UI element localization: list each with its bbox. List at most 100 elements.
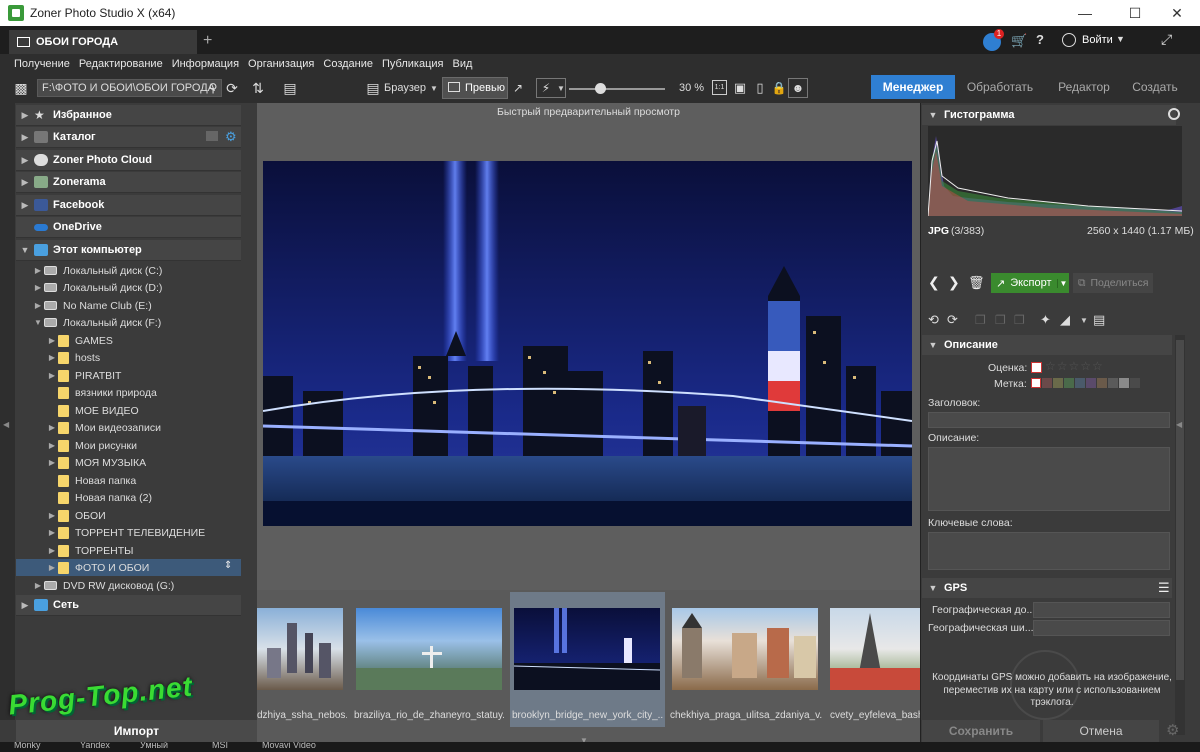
latitude-input[interactable] [1033, 602, 1170, 618]
tag-green-chip[interactable] [1064, 378, 1074, 388]
tree-item-network[interactable]: ▶ Сеть [16, 595, 241, 616]
tree-item-onedrive[interactable]: OneDrive [16, 217, 241, 238]
menu-item-redaktirovanie[interactable]: Редактирование [79, 58, 163, 70]
tag-purple-chip[interactable] [1086, 378, 1096, 388]
left-collapse-strip[interactable] [0, 103, 15, 720]
zoom-slider-handle[interactable] [594, 83, 606, 94]
settings-circle-icon[interactable] [1168, 108, 1180, 120]
login-button[interactable]: Войти [1082, 34, 1113, 46]
tree-folder-moe-video[interactable]: МОЕ ВИДЕО [16, 402, 241, 419]
tag-dark-chip[interactable] [1130, 378, 1140, 388]
tag-red-chip[interactable] [1042, 378, 1052, 388]
minimize-button[interactable]: — [1062, 0, 1108, 26]
chevron-down-icon[interactable]: ▼ [430, 84, 438, 93]
tree-folder-vyazniki[interactable]: вязники природа [16, 384, 241, 401]
chevron-left-icon[interactable]: ◀ [1176, 420, 1182, 429]
tree-item-favorites[interactable]: ▶ ★ Избранное [16, 105, 241, 126]
chevron-down-icon[interactable]: ▼ [1057, 278, 1069, 288]
tree-folder-novaya-papka-2[interactable]: Новая папка (2) [16, 489, 241, 506]
fit-height-icon[interactable]: ▯ [752, 80, 768, 96]
tab-oboi-goroda[interactable]: ОБОИ ГОРОДА [9, 30, 197, 54]
gear-icon[interactable]: ⚙ [1166, 721, 1179, 739]
rating-reset-icon[interactable] [1031, 362, 1042, 373]
tag-blue-chip[interactable] [1075, 378, 1085, 388]
gps-header[interactable]: ▼ GPS ☰ [922, 578, 1172, 598]
share-button[interactable]: ⧉ Поделиться [1073, 273, 1153, 293]
filmstrip-thumb[interactable] [672, 608, 818, 690]
color-tag-picker[interactable] [1031, 378, 1149, 390]
eraser-icon[interactable]: ◢ [1060, 312, 1070, 328]
tree-item-drive-d[interactable]: ▶ Локальный диск (D:) [16, 279, 241, 296]
previous-icon[interactable]: ❮ [928, 274, 940, 291]
taskbar-item[interactable]: Monky [14, 742, 41, 750]
tree-folder-hosts[interactable]: ▶ hosts [16, 349, 241, 366]
filmstrip-thumb[interactable] [514, 608, 660, 690]
lock-icon[interactable]: 🔒 [771, 80, 787, 96]
rating-stars[interactable]: ☆☆☆☆☆ [1045, 359, 1104, 373]
tree-folder-foto-i-oboi[interactable]: ▶ ФОТО И ОБОИ ⇕ [16, 559, 241, 576]
tag-orange-chip[interactable] [1097, 378, 1107, 388]
export-button[interactable]: ↗ Экспорт ▼ [991, 273, 1069, 293]
tag-light-chip[interactable] [1119, 378, 1129, 388]
tree-folder-oboi[interactable]: ▶ ОБОИ [16, 507, 241, 524]
tab-editor[interactable]: Редактор [1048, 75, 1120, 99]
gear-icon[interactable]: ⚙ [225, 129, 237, 145]
delete-icon[interactable]: 🗑 [968, 275, 985, 291]
menu-item-sozdanie[interactable]: Создание [323, 58, 373, 70]
taskbar-item[interactable]: Умный [140, 742, 168, 750]
longitude-input[interactable] [1033, 620, 1170, 636]
tag-gray-chip[interactable] [1108, 378, 1118, 388]
menu-item-poluchenie[interactable]: Получение [14, 58, 70, 70]
tree-folder-muzyka[interactable]: ▶ МОЯ МУЗЫКА [16, 454, 241, 471]
zoom-slider-track[interactable] [569, 88, 665, 90]
close-button[interactable]: ✕ [1154, 0, 1200, 26]
description-header[interactable]: ▼ Описание [922, 335, 1172, 355]
chevron-down-icon[interactable]: ▼ [1080, 316, 1088, 325]
tree-folder-piratbit[interactable]: ▶ PIRATBIT [16, 367, 241, 384]
description-textarea[interactable] [928, 447, 1170, 511]
tag-reset-chip[interactable] [1031, 378, 1041, 388]
menu-item-informatsiya[interactable]: Информация [172, 58, 239, 70]
fit-icon[interactable]: ▣ [732, 80, 748, 96]
next-icon[interactable]: ❯ [948, 274, 960, 291]
tree-item-facebook[interactable]: ▶ Facebook [16, 195, 241, 216]
main-preview-image[interactable] [263, 161, 912, 526]
reorder-icon[interactable]: ⇕ [224, 560, 232, 571]
tree-item-drive-e[interactable]: ▶ No Name Club (E:) [16, 297, 241, 314]
tag-yellow-chip[interactable] [1053, 378, 1063, 388]
menu-item-vid[interactable]: Вид [453, 58, 473, 70]
tree-item-drive-c[interactable]: ▶ Локальный диск (C:) [16, 262, 241, 279]
taskbar-item[interactable]: MSI [212, 742, 228, 750]
folder-up-icon[interactable]: ▩ [13, 80, 29, 96]
tree-item-dvd[interactable]: ▶ DVD RW дисковод (G:) [16, 577, 241, 594]
filmstrip-thumb[interactable] [257, 608, 343, 690]
browser-view-button[interactable]: Браузер [384, 82, 426, 94]
tree-item-this-computer[interactable]: ▼ Этот компьютер [16, 240, 241, 261]
keywords-input[interactable] [928, 532, 1170, 570]
tree-item-zonerama[interactable]: ▶ Zonerama [16, 172, 241, 193]
filmstrip-thumb[interactable] [356, 608, 502, 690]
histogram-header[interactable]: ▼ Гистограмма [922, 105, 1180, 125]
tree-folder-torrent-tv[interactable]: ▶ ТОРРЕНТ ТЕЛЕВИДЕНИЕ [16, 524, 241, 541]
taskbar-item[interactable]: Movavi Video [262, 742, 316, 750]
menu-item-publikatsiya[interactable]: Публикация [382, 58, 443, 70]
tree-item-drive-f[interactable]: ▼ Локальный диск (F:) [16, 314, 241, 331]
refresh-icon[interactable]: ⟳ [224, 80, 240, 96]
add-folder-icon[interactable] [206, 131, 218, 141]
chevron-left-icon[interactable]: ◀ [3, 420, 9, 429]
tree-folder-games[interactable]: ▶ GAMES [16, 332, 241, 349]
open-external-icon[interactable]: ↗ [510, 80, 526, 96]
maximize-button[interactable]: ☐ [1112, 0, 1158, 26]
save-button[interactable]: Сохранить [922, 720, 1040, 742]
tree-folder-novaya-papka[interactable]: Новая папка [16, 472, 241, 489]
tree-folder-torrenty[interactable]: ▶ ТОРРЕНТЫ [16, 542, 241, 559]
add-tab-button[interactable]: + [203, 32, 212, 50]
headline-input[interactable] [928, 412, 1170, 428]
tree-item-catalog[interactable]: ▶ Каталог ⚙ [16, 127, 241, 148]
cart-icon[interactable]: 🛒 [1011, 33, 1027, 49]
menu-item-organizatsiya[interactable]: Организация [248, 58, 314, 70]
tab-create[interactable]: Создать [1124, 75, 1186, 99]
new-folder-icon[interactable]: ▤ [282, 80, 298, 96]
rotate-right-icon[interactable]: ⟳ [947, 312, 958, 328]
tab-manager[interactable]: Менеджер [871, 75, 955, 99]
